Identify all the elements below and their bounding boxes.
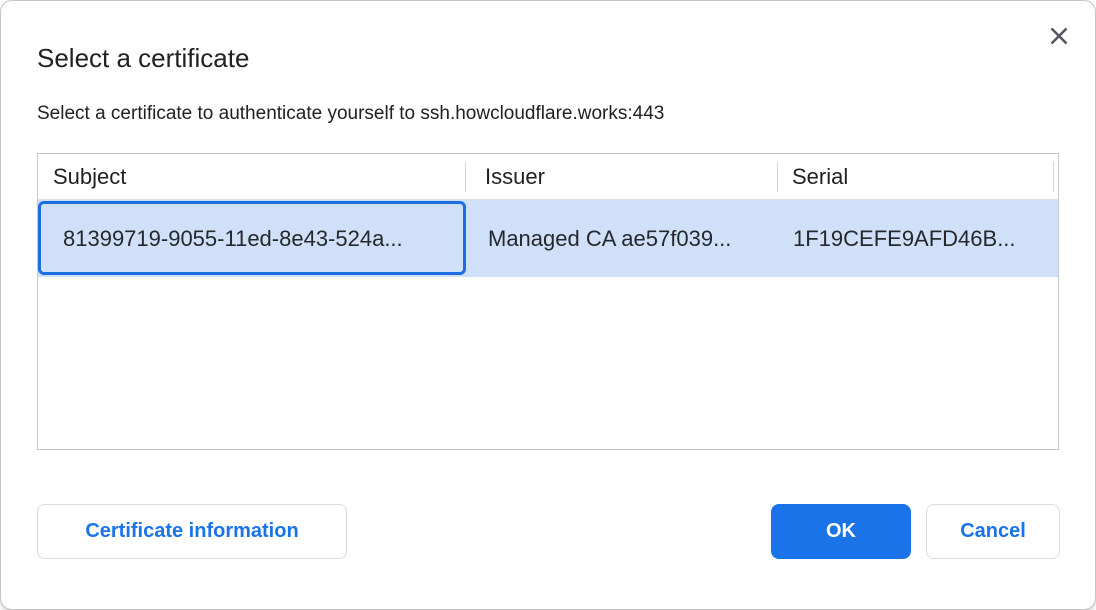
certificate-select-dialog: Select a certificate Select a certificat… (0, 0, 1096, 610)
table-header-row: Subject Issuer Serial (38, 154, 1058, 200)
certificate-information-button[interactable]: Certificate information (37, 504, 347, 559)
close-button[interactable] (1043, 20, 1075, 52)
cell-subject: 81399719-9055-11ed-8e43-524a... (63, 200, 403, 277)
cell-serial: 1F19CEFE9AFD46B... (793, 200, 1016, 277)
close-icon (1049, 26, 1069, 46)
column-header-serial: Serial (792, 154, 848, 200)
cell-issuer: Managed CA ae57f039... (488, 200, 731, 277)
certificate-table: Subject Issuer Serial 81399719-9055-11ed… (37, 153, 1059, 450)
certificate-table-row[interactable]: 81399719-9055-11ed-8e43-524a... Managed … (38, 200, 1058, 277)
cancel-button[interactable]: Cancel (926, 504, 1060, 559)
column-divider (777, 162, 778, 192)
column-header-subject: Subject (53, 154, 126, 200)
column-divider (1053, 162, 1054, 192)
ok-button[interactable]: OK (771, 504, 911, 559)
column-divider (465, 162, 466, 192)
dialog-title: Select a certificate (37, 41, 249, 75)
column-header-issuer: Issuer (485, 154, 545, 200)
dialog-subtitle: Select a certificate to authenticate you… (37, 99, 664, 129)
